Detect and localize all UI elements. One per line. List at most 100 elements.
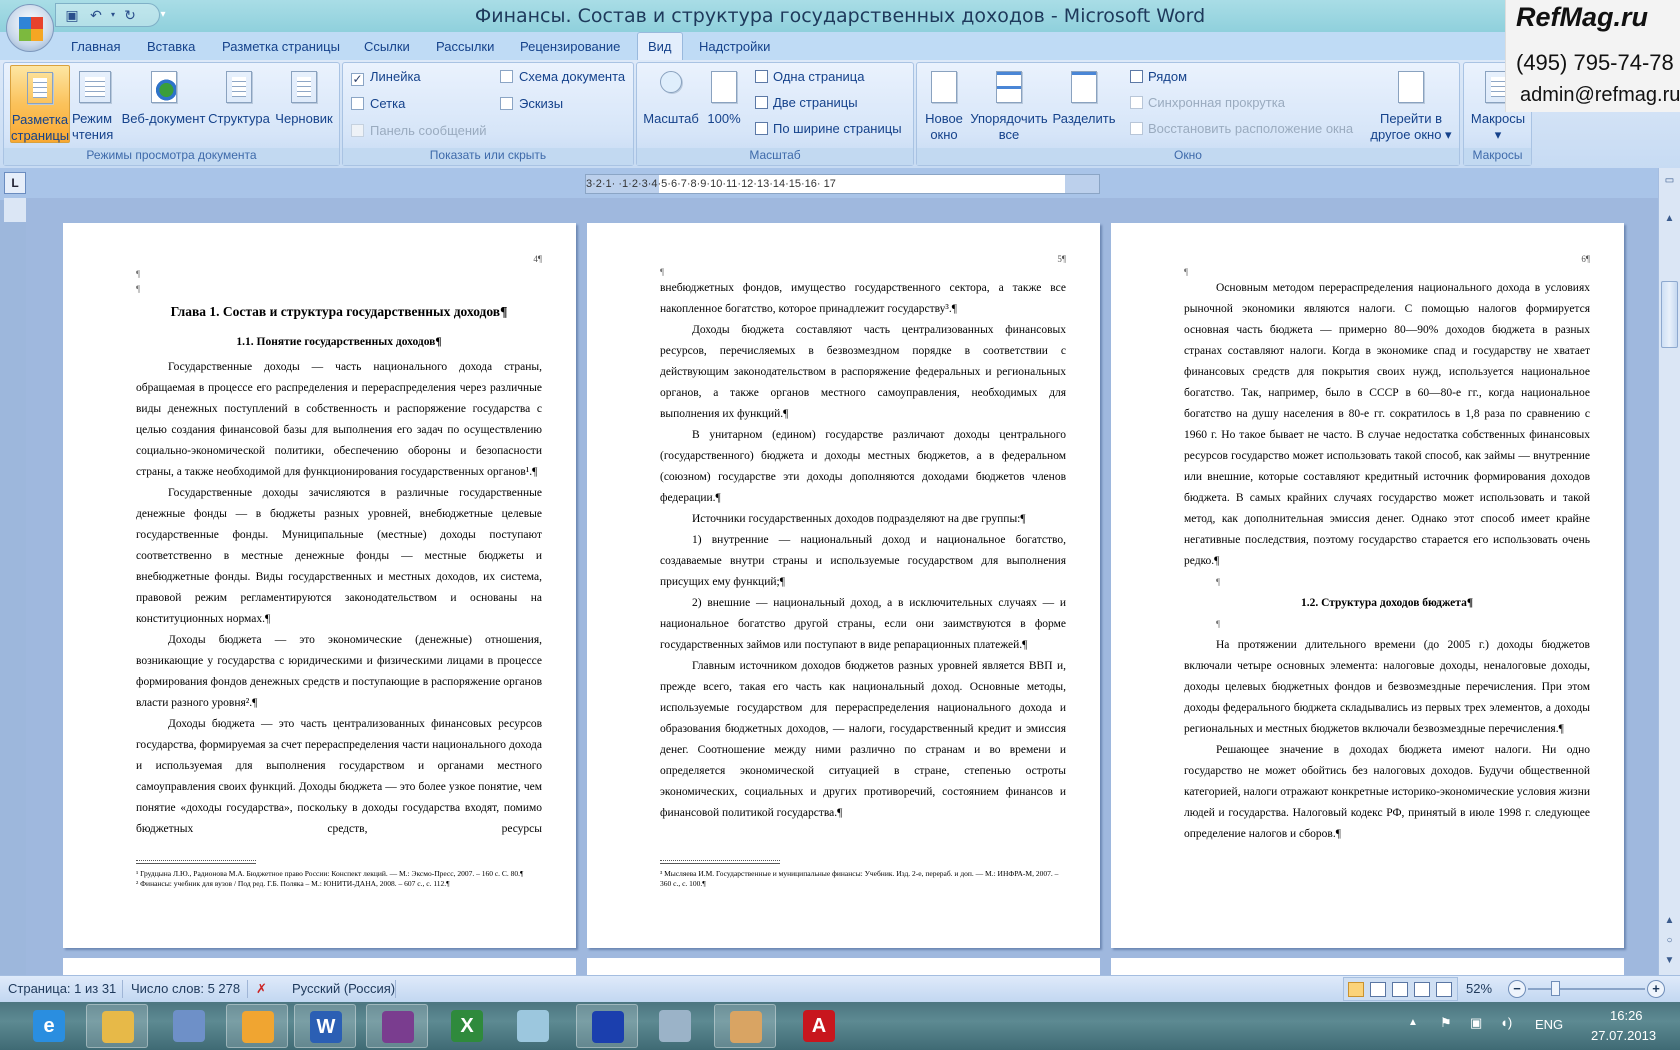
taskbar-button[interactable] bbox=[226, 1004, 288, 1048]
page[interactable]: 5¶ ¶ внебюджетных фондов, имущество госуда… bbox=[587, 223, 1100, 948]
two-pages-icon bbox=[755, 96, 768, 109]
zoom-out-icon[interactable]: − bbox=[1508, 980, 1526, 998]
view-buttons bbox=[1343, 977, 1458, 1001]
zoom-100-button[interactable]: 100% bbox=[704, 65, 744, 143]
checkbox[interactable] bbox=[500, 70, 513, 83]
tab-home[interactable]: Главная bbox=[71, 37, 120, 56]
switch-windows-button[interactable]: Перейти в другое окно ▾ bbox=[1366, 65, 1456, 143]
arrange-all-button[interactable]: Упорядочить все bbox=[969, 65, 1049, 143]
document-map-checkbox[interactable]: Схема документа bbox=[500, 69, 625, 84]
customize-toolbar-icon[interactable]: ▾ bbox=[155, 7, 171, 23]
zoom-track[interactable] bbox=[1528, 988, 1645, 990]
web-view-icon[interactable] bbox=[1392, 982, 1408, 997]
paint-icon bbox=[730, 1011, 762, 1043]
outline-view-icon[interactable] bbox=[1414, 982, 1430, 997]
language-indicator[interactable]: Русский (Россия) bbox=[292, 981, 395, 996]
paragraph: 2) внешние — национальный доход, а в иск… bbox=[660, 597, 1066, 651]
save-icon[interactable]: ▣ bbox=[64, 7, 80, 23]
two-pages-button[interactable]: Две страницы bbox=[755, 95, 858, 110]
thumbnails-checkbox[interactable]: Эскизы bbox=[500, 96, 563, 111]
watermark-phone: (495) 795-74-78 bbox=[1516, 50, 1674, 75]
taskbar-button[interactable]: A bbox=[788, 1004, 850, 1048]
page[interactable]: 4¶ ¶ ¶ Глава 1. Состав и структура государс… bbox=[63, 223, 576, 948]
tab-mailings[interactable]: Рассылки bbox=[436, 37, 494, 56]
horizontal-ruler[interactable]: 3·2·1· ·1·2·3·4·5·6·7·8·9·10·11·12·13·14… bbox=[585, 174, 1100, 194]
checkbox[interactable] bbox=[351, 97, 364, 110]
volume-icon[interactable]: ◖) bbox=[1500, 1015, 1512, 1030]
next-page-icon[interactable]: ▼ bbox=[1661, 952, 1678, 969]
page-width-button[interactable]: По ширине страницы bbox=[755, 121, 902, 136]
paragraph: Государственные доходы зачисляются в раз… bbox=[136, 487, 542, 625]
network-icon[interactable]: ▣ bbox=[1470, 1015, 1482, 1031]
redo-icon[interactable]: ↻ bbox=[122, 7, 138, 23]
tab-review[interactable]: Рецензирование bbox=[520, 37, 620, 56]
watermark-email: admin@refmag.ru bbox=[1520, 84, 1680, 106]
tab-insert[interactable]: Вставка bbox=[147, 37, 195, 56]
view-ruler-toggle-icon[interactable]: ▭ bbox=[1661, 172, 1678, 189]
spelling-check-icon[interactable]: ✗ bbox=[256, 981, 267, 997]
taskbar-button[interactable]: X bbox=[436, 1004, 498, 1048]
web-layout-button[interactable]: Веб-документ bbox=[121, 65, 206, 143]
new-window-button[interactable]: Новое окно bbox=[922, 65, 966, 143]
office-button[interactable] bbox=[6, 4, 54, 52]
scroll-up-icon[interactable]: ▲ bbox=[1661, 210, 1678, 227]
taskbar-button[interactable] bbox=[158, 1004, 220, 1048]
tab-references[interactable]: Ссылки bbox=[364, 37, 410, 56]
tab-view[interactable]: Вид bbox=[637, 32, 683, 62]
zoom-button[interactable]: Масштаб bbox=[640, 65, 702, 143]
taskbar-button[interactable]: W bbox=[294, 1004, 356, 1048]
taskbar-button[interactable] bbox=[86, 1004, 148, 1048]
switch-windows-icon bbox=[1398, 71, 1424, 103]
taskbar-button[interactable] bbox=[714, 1004, 776, 1048]
checkbox[interactable] bbox=[500, 97, 513, 110]
vertical-scrollbar[interactable]: ▭ ▲ ▲ ○ ▼ bbox=[1658, 168, 1680, 975]
clock-time[interactable]: 16:26 bbox=[1610, 1008, 1643, 1023]
side-by-side-icon bbox=[1130, 70, 1143, 83]
scroll-thumb[interactable] bbox=[1661, 281, 1678, 348]
view-side-by-side-button[interactable]: Рядом bbox=[1130, 69, 1187, 84]
taskbar-button[interactable] bbox=[644, 1004, 706, 1048]
select-browse-object-icon[interactable]: ○ bbox=[1661, 932, 1678, 949]
split-button[interactable]: Разделить bbox=[1052, 65, 1116, 143]
draft-view-icon[interactable] bbox=[1436, 982, 1452, 997]
undo-icon[interactable]: ↶ bbox=[88, 7, 104, 23]
tab-page-layout[interactable]: Разметка страницы bbox=[222, 37, 340, 56]
print-layout-button[interactable]: Разметка страницы bbox=[10, 65, 70, 143]
zoom-thumb[interactable] bbox=[1551, 981, 1561, 996]
paragraph: 1) внутренние — национальный доход и нац… bbox=[660, 534, 1066, 588]
taskbar-button[interactable] bbox=[502, 1004, 564, 1048]
checkbox-checked[interactable]: ✓ bbox=[351, 73, 364, 86]
previous-page-icon[interactable]: ▲ bbox=[1661, 912, 1678, 929]
taskbar-button[interactable]: e bbox=[18, 1004, 80, 1048]
page-count[interactable]: Страница: 1 из 31 bbox=[8, 981, 116, 996]
zoom-in-icon[interactable]: + bbox=[1647, 980, 1665, 998]
print-layout-view-icon[interactable] bbox=[1348, 982, 1364, 997]
one-page-button[interactable]: Одна страница bbox=[755, 69, 864, 84]
tab-stop-selector[interactable]: L bbox=[4, 172, 26, 194]
draft-button[interactable]: Черновик bbox=[272, 65, 336, 143]
reading-view-icon[interactable] bbox=[1370, 982, 1386, 997]
group-label: Макросы bbox=[1464, 148, 1531, 165]
input-language[interactable]: ENG bbox=[1535, 1017, 1563, 1032]
zoom-slider[interactable]: − + bbox=[1508, 980, 1665, 998]
ruler-labels: 3·2·1· ·1·2·3·4·5·6·7·8·9·10·11·12·13·14… bbox=[586, 178, 836, 190]
paragraph: Доходы бюджета — это часть централизован… bbox=[136, 718, 542, 835]
page[interactable]: 6¶ ¶ Основным методом перераспределения на… bbox=[1111, 223, 1624, 948]
window-title: Финансы. Состав и структура государствен… bbox=[474, 5, 1206, 27]
show-hidden-icons[interactable]: ▲ bbox=[1408, 1017, 1418, 1028]
full-screen-reading-button[interactable]: Режим чтения bbox=[72, 65, 118, 143]
globe-icon bbox=[150, 71, 177, 103]
action-center-flag-icon[interactable]: ⚑ bbox=[1440, 1015, 1452, 1031]
document-area[interactable]: 4¶ ¶ ¶ Глава 1. Состав и структура государс… bbox=[26, 198, 1658, 975]
undo-dropdown-icon[interactable]: ▾ bbox=[105, 7, 121, 23]
gridlines-checkbox[interactable]: Сетка bbox=[351, 96, 405, 111]
word-count[interactable]: Число слов: 5 278 bbox=[131, 981, 240, 996]
tab-addins[interactable]: Надстройки bbox=[699, 37, 770, 56]
zoom-level[interactable]: 52% bbox=[1466, 981, 1492, 996]
footnote-separator bbox=[660, 860, 780, 864]
ruler-checkbox[interactable]: ✓ Линейка bbox=[351, 69, 421, 86]
clock-date[interactable]: 27.07.2013 bbox=[1591, 1028, 1656, 1043]
outline-button[interactable]: Структура bbox=[208, 65, 270, 143]
taskbar-button[interactable] bbox=[576, 1004, 638, 1048]
taskbar-button[interactable] bbox=[366, 1004, 428, 1048]
